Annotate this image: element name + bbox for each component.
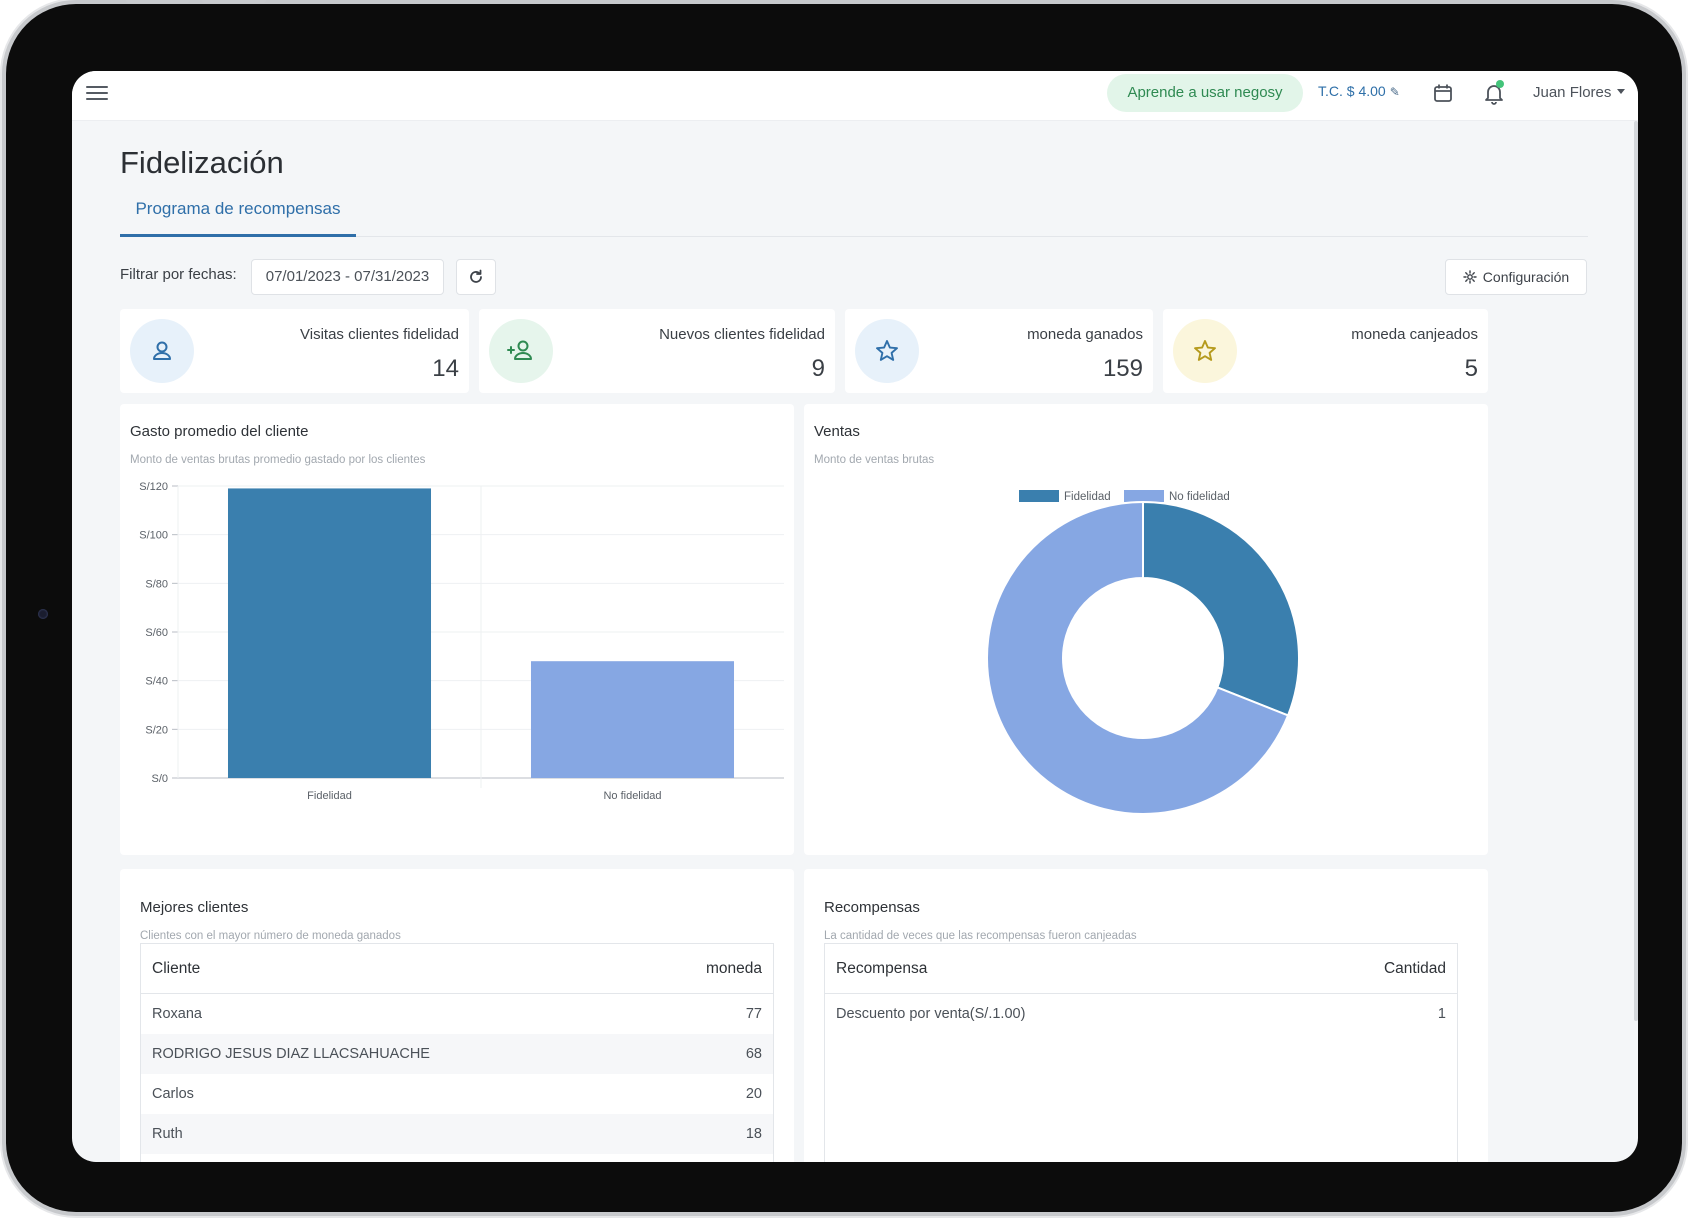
stat-card-loyalty-visits: Visitas clientes fidelidad 14 <box>120 309 469 393</box>
stat-icon-circle <box>489 319 553 383</box>
sales-panel: Ventas Monto de ventas brutas Fidelidad N… <box>804 404 1488 855</box>
user-icon <box>153 341 171 360</box>
x-tick-label: Fidelidad <box>307 790 352 802</box>
client-coins: 68 <box>745 1046 762 1062</box>
y-tick-label: S/120 <box>139 481 168 493</box>
star-icon <box>1194 340 1216 361</box>
client-coins: 20 <box>745 1086 762 1102</box>
col-quantity: Cantidad <box>1383 959 1446 977</box>
panel-title: Recompensas <box>824 899 920 916</box>
col-client: Cliente <box>152 959 201 977</box>
client-name: Roxana <box>152 1006 202 1022</box>
table-row[interactable]: Carlos 20 <box>141 1074 773 1114</box>
stat-label: Visitas clientes fidelidad <box>300 326 459 343</box>
y-tick-label: S/60 <box>145 627 168 639</box>
refresh-button[interactable] <box>456 259 496 295</box>
tab-rewards-program[interactable]: Programa de recompensas <box>120 199 356 237</box>
y-tick-label: S/0 <box>151 773 168 785</box>
gear-icon <box>1463 270 1477 284</box>
app-screen: Aprende a usar negosy T.C. $ 4.00 ✎ Juan … <box>72 71 1638 1162</box>
user-menu[interactable]: Juan Flores <box>1533 84 1626 101</box>
client-name: Carlos <box>152 1086 194 1102</box>
bar-chart: S/0 S/20 S/40 S/60 S/80 S/100 S/120 Fidelidad No… <box>139 481 784 802</box>
stat-card-new-loyalty-clients: Nuevos clientes fidelidad 9 <box>479 309 835 393</box>
volume-button <box>202 0 266 3</box>
col-reward: Recompensa <box>836 959 928 977</box>
best-clients-table: Cliente moneda Roxana 77 RODRIGO JESUS D… <box>140 943 774 1162</box>
y-tick-label: S/80 <box>145 578 168 590</box>
client-name: RODRIGO JESUS DIAZ LLACSAHUACHE <box>152 1046 430 1062</box>
date-range-input[interactable]: 07/01/2023 - 07/31/2023 <box>251 259 444 295</box>
refresh-icon <box>470 269 482 283</box>
bar-fidelidad <box>227 488 432 778</box>
stat-icon-circle <box>855 319 919 383</box>
client-name: Ruth <box>152 1126 183 1142</box>
stat-label: moneda canjeados <box>1351 326 1478 343</box>
table-header: Recompensa Cantidad <box>825 944 1457 994</box>
notification-dot <box>1496 80 1504 88</box>
stat-value: 5 <box>1464 355 1478 382</box>
stat-card-coins-earned: moneda ganados 159 <box>845 309 1153 393</box>
bar-no-fidelidad <box>530 661 735 778</box>
col-coins: moneda <box>705 959 762 977</box>
avg-spend-panel: Gasto promedio del cliente Monto de vent… <box>120 404 794 855</box>
panel-subtitle: Clientes con el mayor número de moneda g… <box>140 930 401 942</box>
stat-label: Nuevos clientes fidelidad <box>659 326 825 343</box>
page-title: Fidelización <box>120 145 284 180</box>
pencil-icon: ✎ <box>1389 85 1400 99</box>
stat-label: moneda ganados <box>1027 326 1143 343</box>
table-row[interactable]: Ruth 18 <box>141 1114 773 1154</box>
legend-swatch <box>1124 490 1164 502</box>
exchange-rate-value: T.C. $ 4.00 <box>1318 83 1386 99</box>
filter-label: Filtrar por fechas: <box>120 266 237 283</box>
slice-fidelidad <box>1142 500 1300 717</box>
reward-quantity: 1 <box>1437 1006 1446 1022</box>
panel-title: Mejores clientes <box>140 899 249 916</box>
stat-icon-circle <box>1173 319 1237 383</box>
stat-value: 14 <box>432 355 459 382</box>
y-tick-label: S/20 <box>145 724 168 736</box>
camera <box>38 609 48 619</box>
panel-subtitle: La cantidad de veces que las recompensas… <box>824 930 1137 942</box>
menu-icon[interactable] <box>86 86 108 104</box>
y-tick-label: S/40 <box>145 676 168 688</box>
client-coins: 18 <box>745 1126 762 1142</box>
exchange-rate[interactable]: T.C. $ 4.00 ✎ <box>1318 83 1400 99</box>
reward-name: Descuento por venta(S/.1.00) <box>836 1006 1026 1022</box>
legend-swatch <box>1019 490 1059 502</box>
stat-icon-circle <box>130 319 194 383</box>
calendar-icon[interactable] <box>1432 82 1454 104</box>
volume-button <box>126 0 190 3</box>
legend-label: No fidelidad <box>1169 491 1230 503</box>
user-name: Juan Flores <box>1533 84 1612 101</box>
user-plus-icon <box>507 340 532 360</box>
donut-chart: Fidelidad No fidelidad <box>986 490 1300 815</box>
table-header: Cliente moneda <box>141 944 773 994</box>
table-row[interactable]: RODRIGO JESUS DIAZ LLACSAHUACHE 68 <box>141 1034 773 1074</box>
best-clients-panel: Mejores clientes Clientes con el mayor n… <box>120 869 794 1162</box>
table-row[interactable]: Descuento por venta(S/.1.00) 1 <box>825 994 1457 1034</box>
legend-label: Fidelidad <box>1064 491 1111 503</box>
scrollbar[interactable] <box>1634 121 1638 1021</box>
stat-value: 9 <box>811 355 825 382</box>
settings-button[interactable]: Configuración <box>1445 259 1587 295</box>
stat-value: 159 <box>1102 355 1143 382</box>
learn-button[interactable]: Aprende a usar negosy <box>1107 74 1303 112</box>
table-row[interactable]: Roxana 77 <box>141 994 773 1034</box>
client-coins: 77 <box>745 1006 762 1022</box>
settings-label: Configuración <box>1482 269 1570 285</box>
stat-card-coins-redeemed: moneda canjeados 5 <box>1163 309 1488 393</box>
rewards-panel: Recompensas La cantidad de veces que las… <box>804 869 1488 1162</box>
rewards-table: Recompensa Cantidad Descuento por venta(… <box>824 943 1458 1162</box>
top-bar: Aprende a usar negosy T.C. $ 4.00 ✎ Juan … <box>72 71 1638 121</box>
star-icon <box>876 340 898 361</box>
y-tick-label: S/100 <box>139 530 168 542</box>
tablet-frame: Aprende a usar negosy T.C. $ 4.00 ✎ Juan … <box>6 0 1682 1212</box>
x-tick-label: No fidelidad <box>603 790 661 802</box>
caret-down-icon <box>1617 89 1626 94</box>
